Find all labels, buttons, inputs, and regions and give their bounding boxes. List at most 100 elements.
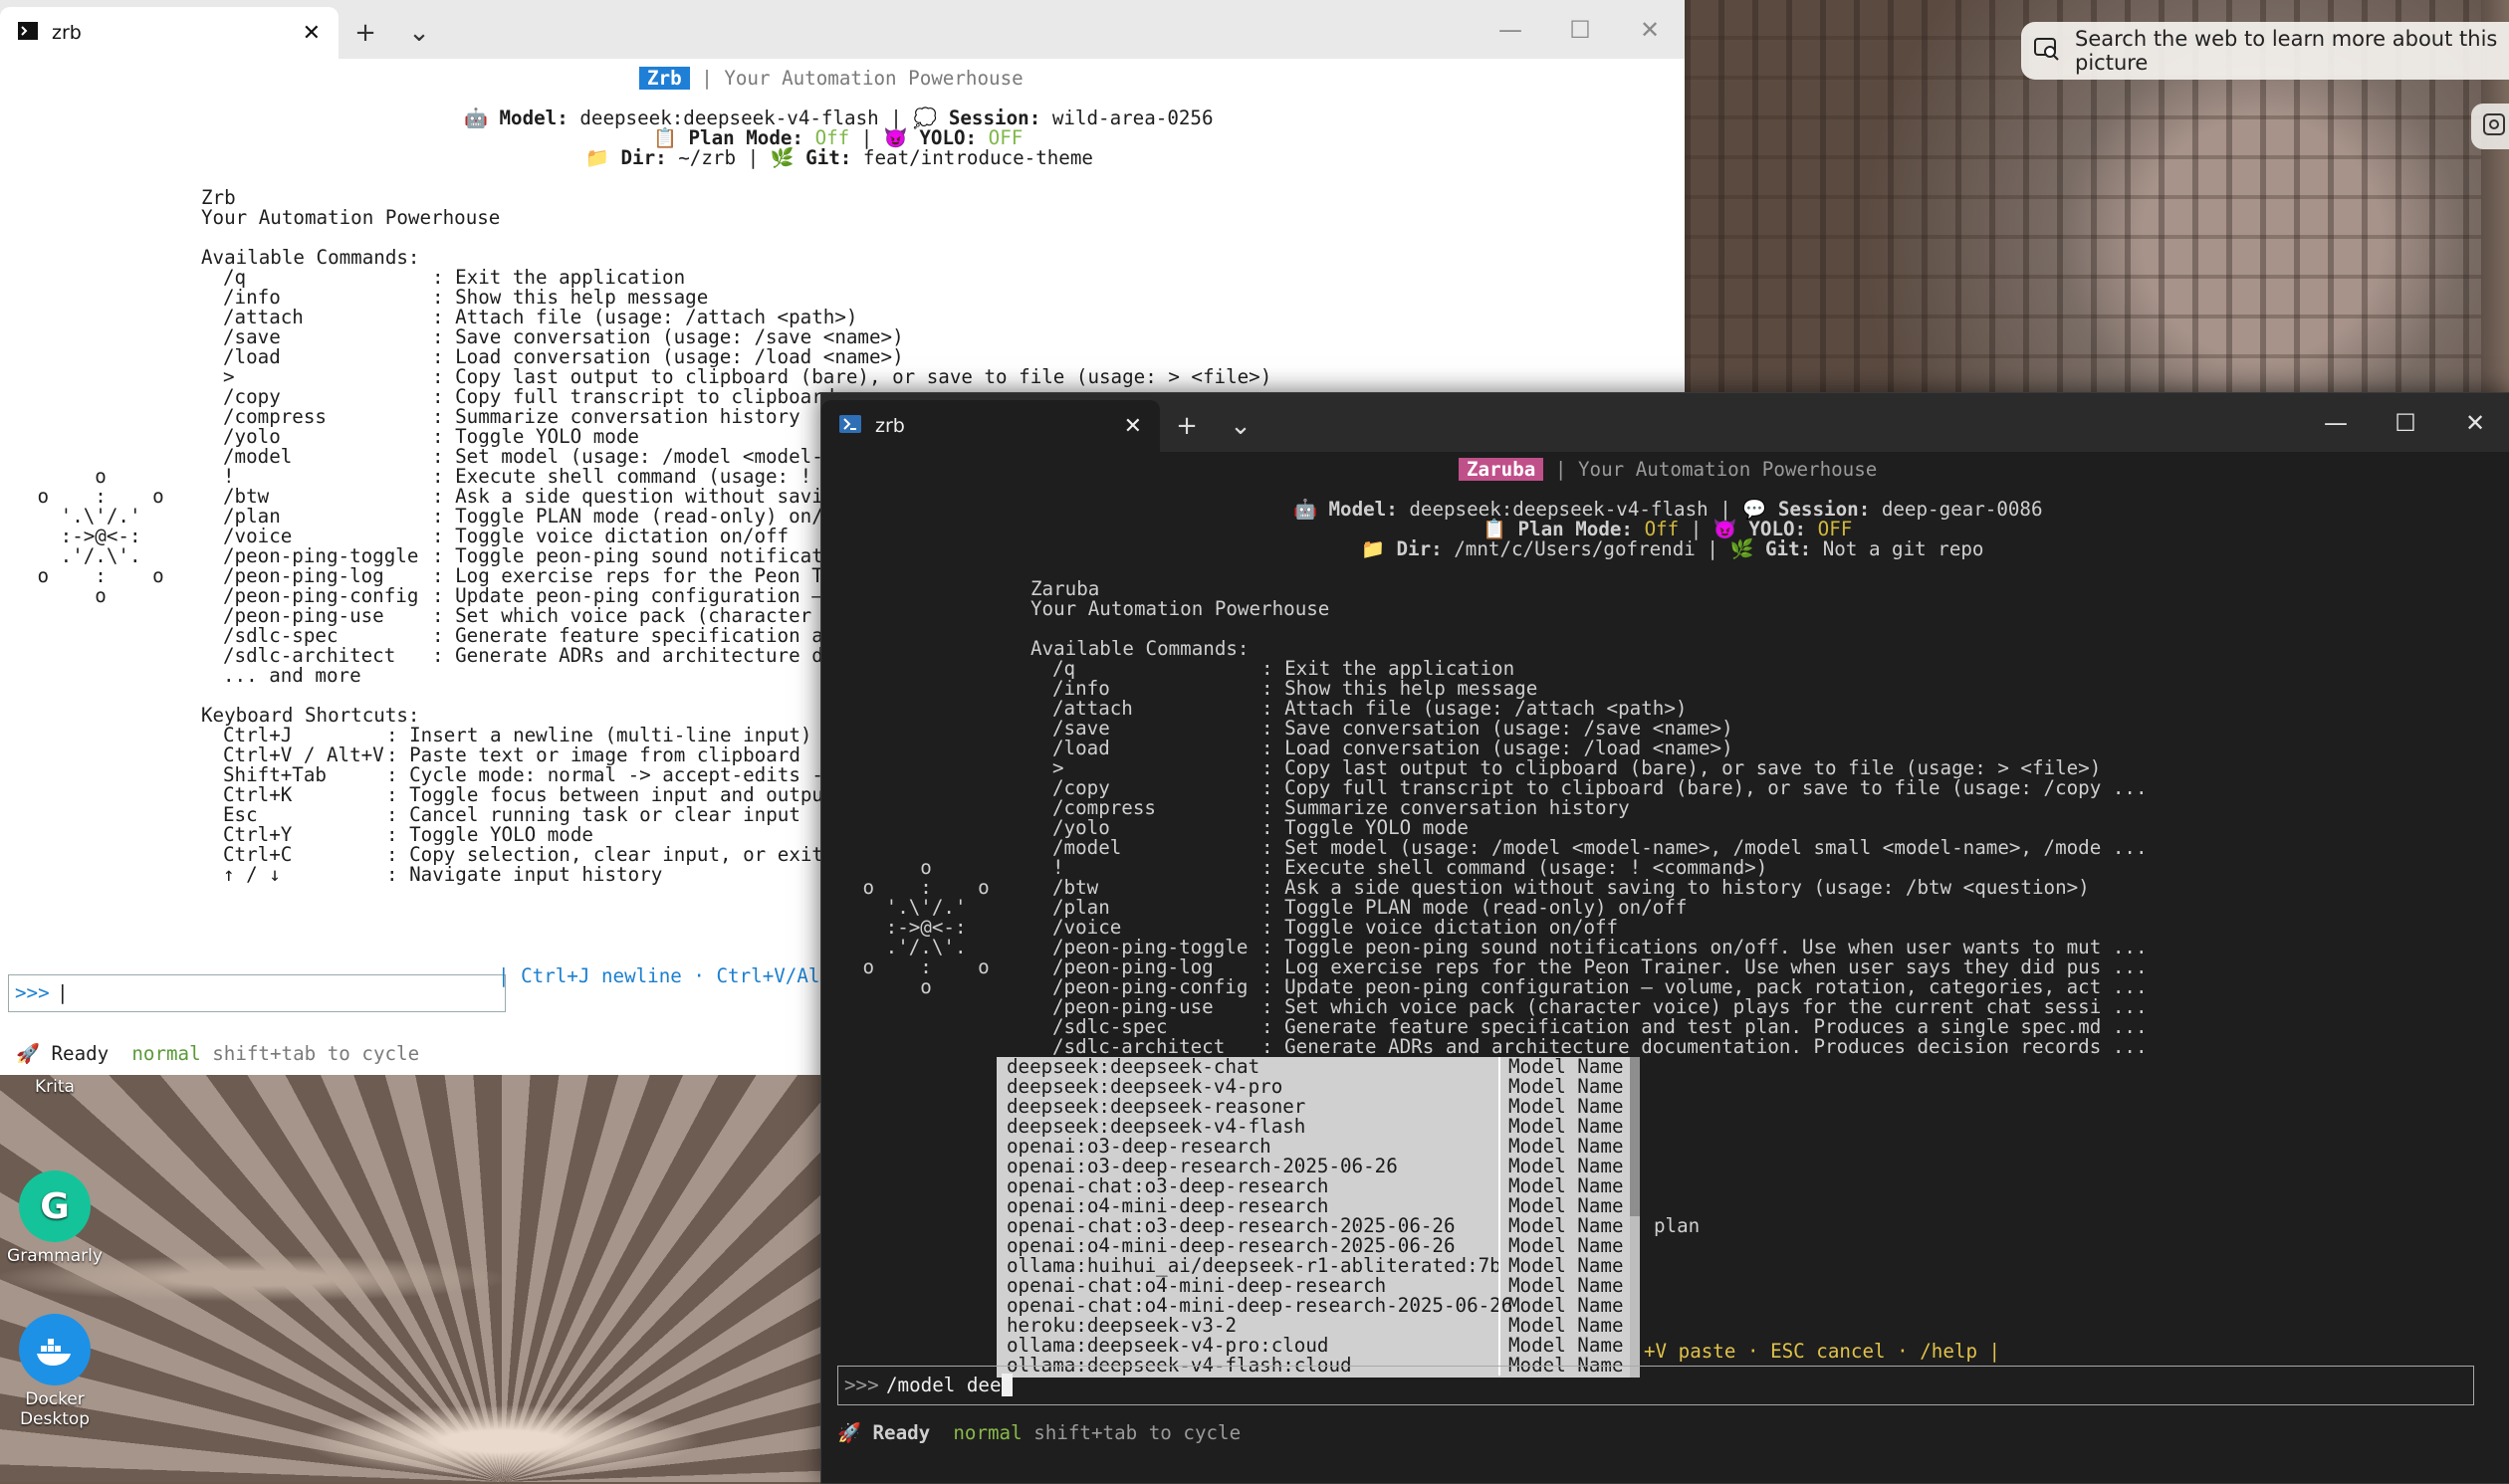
command-desc: : Load conversation (usage: /load <name>… xyxy=(432,345,904,368)
tab-zrb[interactable]: zrb ✕ xyxy=(821,400,1160,452)
close-tab-icon[interactable]: ✕ xyxy=(1124,414,1142,439)
autocomplete-item-name: deepseek:deepseek-v4-flash xyxy=(1007,1115,1306,1138)
command-name: /copy xyxy=(1052,776,1110,799)
maximize-icon[interactable]: ☐ xyxy=(2371,393,2440,452)
ascii-art-line: .'/.\'. xyxy=(26,544,141,567)
command-name: /info xyxy=(1052,677,1110,700)
shortcut-desc: : Copy selection, clear input, or exit xyxy=(386,843,823,866)
autocomplete-item[interactable]: ollama:huihui_ai/deepseek-r1-abliterated… xyxy=(997,1256,1640,1276)
new-tab-button[interactable]: + xyxy=(1160,400,1214,452)
autocomplete-item[interactable]: openai:o3-deep-research-2025-06-26 Model … xyxy=(997,1157,1640,1176)
docker-icon xyxy=(19,1314,91,1385)
tab-bar: zrb ✕ + ⌄ xyxy=(821,393,2509,452)
command-desc: : Summarize conversation history xyxy=(1261,796,1630,819)
close-icon[interactable]: ✕ xyxy=(1615,0,1685,59)
ready-label: Ready xyxy=(51,1042,110,1065)
shortcut-key: Ctrl+K xyxy=(223,783,293,806)
autocomplete-item[interactable]: deepseek:deepseek-v4-flash Model Name xyxy=(997,1117,1640,1137)
command-desc: : Toggle voice dictation on/off xyxy=(432,525,790,547)
command-name: /plan xyxy=(223,505,281,528)
maximize-icon[interactable]: ☐ xyxy=(1545,0,1615,59)
brand-badge: Zaruba xyxy=(1459,458,1544,481)
shortcut-key: ↑ / ↓ xyxy=(223,863,281,886)
grammarly-icon: G xyxy=(19,1170,91,1242)
shortcut-desc: : Toggle focus between input and output xyxy=(386,783,835,806)
autocomplete-item[interactable]: openai-chat:o3-deep-research Model Name xyxy=(997,1176,1640,1196)
autocomplete-item-type: Model Name xyxy=(1498,1137,1638,1157)
robot-icon: 🤖 xyxy=(464,106,488,129)
autocomplete-item[interactable]: deepseek:deepseek-chat Model Name xyxy=(997,1057,1640,1077)
status-line-2: 📋 Plan Mode: Off | 😈 YOLO: OFF xyxy=(1483,518,1853,540)
command-desc: : Log exercise reps for the Peon Tra xyxy=(432,564,846,587)
command-name: /save xyxy=(223,325,281,348)
tab-zrb[interactable]: zrb ✕ xyxy=(0,7,339,59)
autocomplete-item[interactable]: openai-chat:o4-mini-deep-research-2025-0… xyxy=(997,1296,1640,1316)
ascii-art-line: o xyxy=(851,975,932,998)
desktop-icon-grammarly[interactable]: G Grammarly xyxy=(0,1170,110,1266)
autocomplete-item[interactable]: openai:o3-deep-research Model Name xyxy=(997,1137,1640,1157)
mode-hint: shift+tab to cycle xyxy=(212,1042,420,1065)
lens-button[interactable] xyxy=(2471,104,2509,149)
autocomplete-item-type: Model Name xyxy=(1498,1316,1638,1336)
autocomplete-item[interactable]: heroku:deepseek-v3-2 Model Name xyxy=(997,1316,1640,1336)
prompt-input[interactable]: >>> /model dee xyxy=(837,1366,2474,1405)
ascii-art-line: o xyxy=(851,856,932,879)
autocomplete-item[interactable]: openai:o4-mini-deep-research Model Name xyxy=(997,1196,1640,1216)
autocomplete-item[interactable]: openai-chat:o4-mini-deep-research Model N… xyxy=(997,1276,1640,1296)
svg-text:G: G xyxy=(40,1186,70,1227)
command-name: /info xyxy=(223,286,281,309)
minimize-icon[interactable]: — xyxy=(1476,0,1545,59)
autocomplete-menu[interactable]: deepseek:deepseek-chat Model Name deepseek… xyxy=(997,1057,1640,1378)
autocomplete-item-name: deepseek:deepseek-v4-pro xyxy=(1007,1075,1283,1098)
command-name: /load xyxy=(1052,737,1110,759)
command-name: /yolo xyxy=(223,425,281,448)
command-name: /btw xyxy=(1052,876,1099,899)
desktop-icon-label: Krita xyxy=(35,1077,75,1097)
visual-search-button[interactable]: Search the web to learn more about this … xyxy=(2021,22,2509,80)
command-desc: : Log exercise reps for the Peon Trainer… xyxy=(1261,955,2148,978)
close-tab-icon[interactable]: ✕ xyxy=(303,21,321,46)
autocomplete-item[interactable]: deepseek:deepseek-v4-pro Model Name xyxy=(997,1077,1640,1097)
minimize-icon[interactable]: — xyxy=(2301,393,2371,452)
ascii-art-line: :->@<-: xyxy=(26,525,141,547)
prompt-input[interactable]: >>> | xyxy=(8,974,506,1012)
autocomplete-item-type: Model Name xyxy=(1498,1296,1638,1316)
command-name: /save xyxy=(1052,717,1110,740)
autocomplete-item-type: Model Name xyxy=(1498,1196,1638,1216)
desktop-icon-label: Grammarly xyxy=(7,1246,103,1266)
command-name: /peon-ping-config xyxy=(1052,975,1249,998)
desktop-icon-docker[interactable]: Docker Desktop xyxy=(0,1314,110,1429)
terminal-output: Zaruba | Your Automation Powerhouse 🤖 Mo… xyxy=(821,452,2509,1483)
shortcut-key: Ctrl+C xyxy=(223,843,293,866)
autocomplete-item[interactable]: ollama:deepseek-v4-pro:cloud Model Name xyxy=(997,1336,1640,1356)
command-name: /voice xyxy=(223,525,293,547)
scrollbar-thumb[interactable] xyxy=(1630,1057,1640,1216)
tab-dropdown-button[interactable]: ⌄ xyxy=(392,7,446,59)
autocomplete-scrollbar[interactable] xyxy=(1630,1057,1640,1378)
autocomplete-item[interactable]: openai-chat:o3-deep-research-2025-06-26 M… xyxy=(997,1216,1640,1236)
ascii-art-line: .'/.\'. xyxy=(851,936,967,958)
ascii-art-line: :->@<-: xyxy=(851,916,967,939)
leaf-icon: 🌿 xyxy=(1729,537,1754,560)
autocomplete-item[interactable]: openai:o4-mini-deep-research-2025-06-26 M… xyxy=(997,1236,1640,1256)
command-desc: : Copy full transcript to clipboard (bar… xyxy=(1261,776,2148,799)
command-desc: : Generate ADRs and architecture documen… xyxy=(1261,1035,2148,1058)
new-tab-button[interactable]: + xyxy=(339,7,392,59)
mode-hint: shift+tab to cycle xyxy=(1033,1421,1242,1444)
command-desc: : Update peon-ping configuration — volum… xyxy=(1261,975,2148,998)
folder-icon: 📁 xyxy=(1361,537,1385,560)
tab-title: zrb xyxy=(875,415,905,437)
autocomplete-item[interactable]: deepseek:deepseek-reasoner Model Name xyxy=(997,1097,1640,1117)
command-desc: : Set model (usage: /model <model-na xyxy=(432,445,846,468)
shortcut-desc: : Insert a newline (multi-line input) xyxy=(386,724,812,746)
command-name: /model xyxy=(1052,836,1122,859)
input-hint: +V paste · ESC cancel · /help | xyxy=(1644,1340,2001,1363)
shortcut-desc: : Cancel running task or clear input xyxy=(386,803,800,826)
tab-dropdown-button[interactable]: ⌄ xyxy=(1214,400,1267,452)
ascii-art-line: o xyxy=(26,584,107,607)
desktop-icon-krita[interactable]: Krita xyxy=(0,1077,110,1097)
close-icon[interactable]: ✕ xyxy=(2440,393,2509,452)
shortcut-key: Ctrl+J xyxy=(223,724,293,746)
shortcut-key: Shift+Tab xyxy=(223,763,327,786)
status-bar: 🚀 Ready normal shift+tab to cycle xyxy=(16,1044,419,1064)
